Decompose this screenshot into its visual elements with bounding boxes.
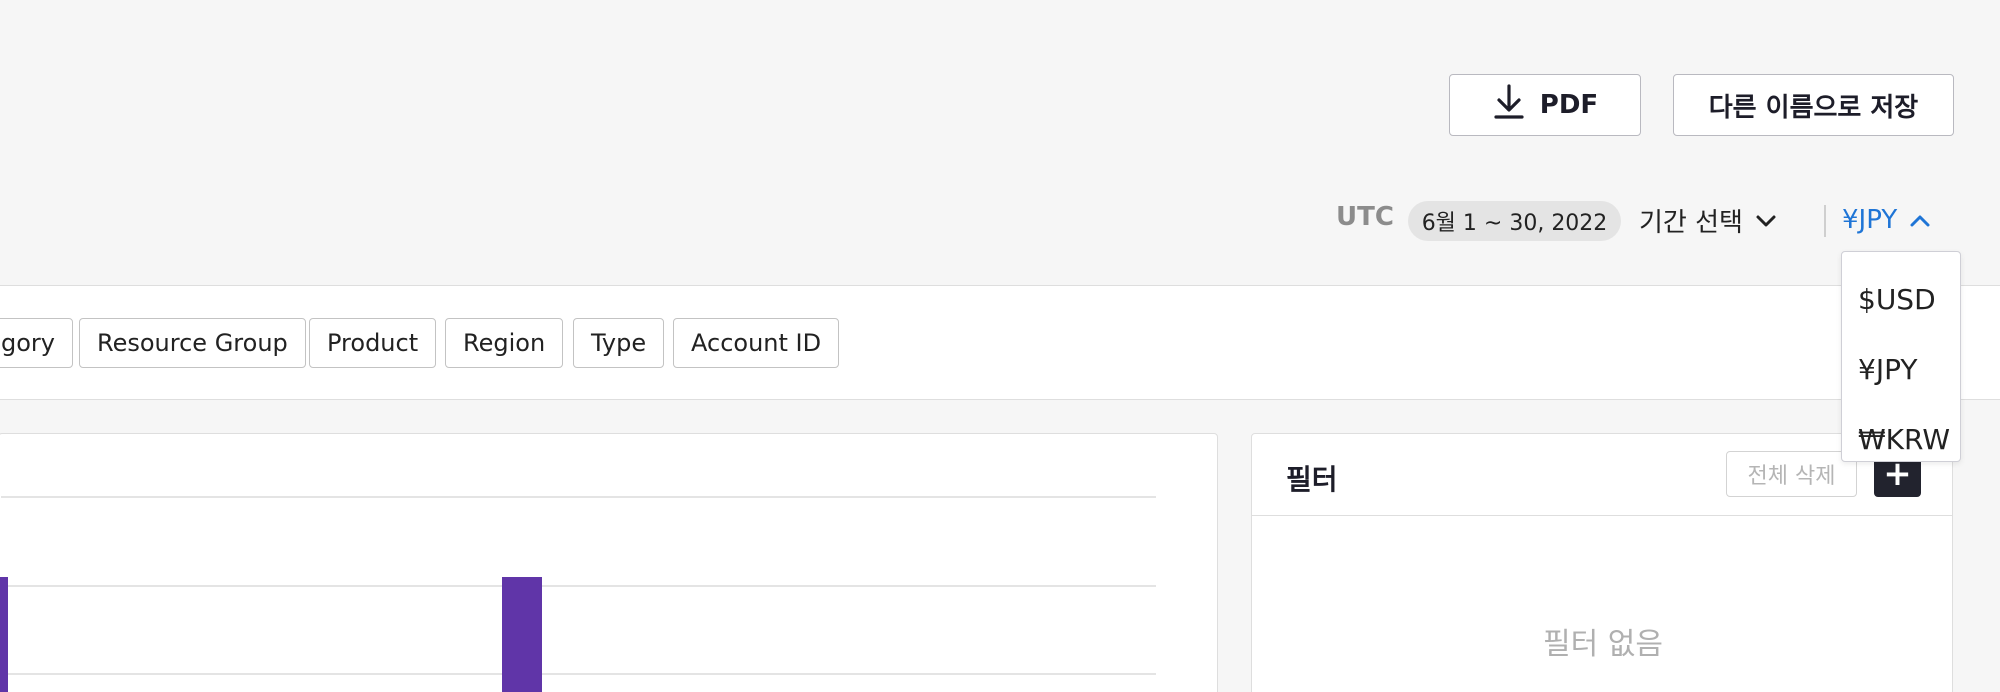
pdf-button-label: PDF [1539, 90, 1599, 120]
group-by-chip-type[interactable]: Type [573, 318, 665, 368]
chevron-up-icon [1909, 205, 1931, 235]
save-as-button[interactable]: 다른 이름으로 저장 [1673, 74, 1954, 136]
currency-option-krw[interactable]: ₩KRW [1842, 404, 1960, 474]
currency-menu: $USD ¥JPY ₩KRW [1841, 251, 1961, 462]
download-icon [1492, 83, 1526, 128]
divider [1824, 205, 1826, 237]
currency-option-usd[interactable]: $USD [1842, 264, 1960, 334]
download-pdf-button[interactable]: PDF [1449, 74, 1641, 136]
timezone-label: UTC [1336, 202, 1394, 232]
group-by-chip-product[interactable]: Product [309, 318, 437, 368]
filter-panel-title: 필터 [1286, 463, 1338, 496]
cost-chart [0, 496, 1156, 692]
empty-filters-message: 필터 없음 [1543, 627, 1663, 662]
period-select-dropdown[interactable]: 기간 선택 [1639, 200, 1777, 240]
chart-bar [0, 577, 8, 692]
period-select-label: 기간 선택 [1639, 207, 1743, 238]
group-by-chip-account-id[interactable]: Account ID [673, 318, 840, 368]
clear-all-filters-button[interactable]: 전체 삭제 [1726, 451, 1857, 497]
group-by-chip-category[interactable]: gory [0, 318, 73, 368]
group-by-chip-region[interactable]: Region [445, 318, 564, 368]
currency-select-dropdown[interactable]: ¥JPY [1842, 200, 1931, 240]
date-range-chip: 6월 1 ~ 30, 2022 [1408, 201, 1621, 241]
chevron-down-icon [1755, 205, 1777, 235]
currency-option-jpy[interactable]: ¥JPY [1842, 334, 1960, 404]
save-as-button-label: 다른 이름으로 저장 [1708, 92, 1919, 123]
group-by-chip-resource-group[interactable]: Resource Group [79, 318, 306, 368]
chart-bar [502, 577, 542, 692]
cost-chart-panel [0, 433, 1218, 692]
currency-selected-label: ¥JPY [1842, 205, 1898, 235]
